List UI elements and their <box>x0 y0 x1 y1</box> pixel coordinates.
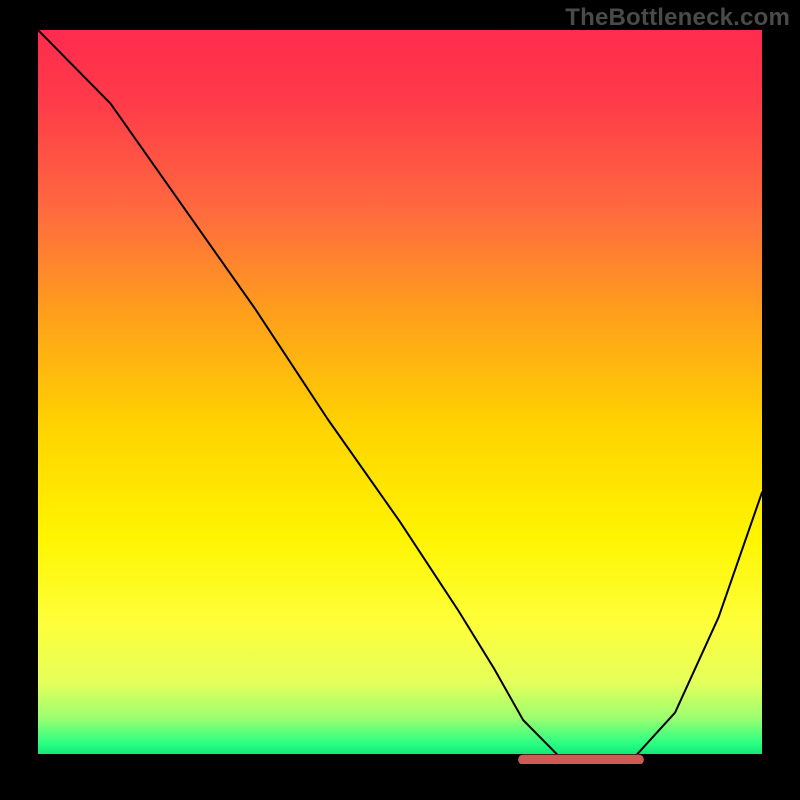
plot-area <box>38 30 762 764</box>
chart-frame: TheBottleneck.com <box>0 0 800 800</box>
watermark-text: TheBottleneck.com <box>565 4 790 32</box>
bottleneck-curve <box>38 30 762 764</box>
